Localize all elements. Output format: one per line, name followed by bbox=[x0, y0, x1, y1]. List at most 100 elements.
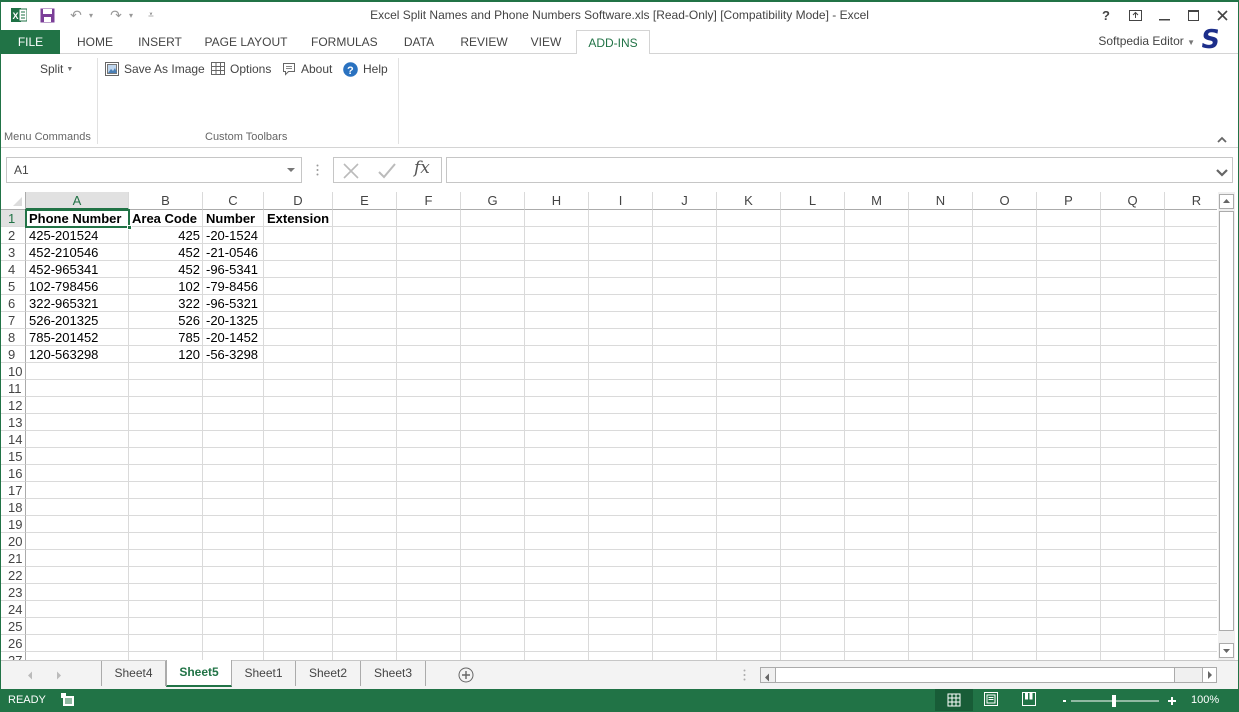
cell-a9[interactable]: 120-563298 bbox=[26, 346, 129, 363]
page-layout-view-icon[interactable] bbox=[984, 692, 1002, 708]
formula-input[interactable] bbox=[446, 157, 1233, 183]
ribbon-display-options-icon[interactable] bbox=[1126, 6, 1144, 24]
sheet-tab-sheet3[interactable]: Sheet3 bbox=[361, 661, 426, 686]
formula-bar-resize-handle[interactable] bbox=[316, 164, 319, 176]
row-header-11[interactable]: 11 bbox=[0, 380, 26, 397]
tab-add-ins[interactable]: ADD-INS bbox=[576, 30, 650, 55]
row-header-16[interactable]: 16 bbox=[0, 465, 26, 482]
column-header-q[interactable]: Q bbox=[1101, 192, 1165, 210]
cell-b9[interactable]: 120 bbox=[129, 346, 203, 363]
cell-b8[interactable]: 785 bbox=[129, 329, 203, 346]
row-header-4[interactable]: 4 bbox=[0, 261, 26, 278]
previous-sheet-icon[interactable] bbox=[27, 669, 33, 683]
help-button[interactable]: ? Help bbox=[343, 60, 388, 78]
column-header-p[interactable]: P bbox=[1037, 192, 1101, 210]
row-header-23[interactable]: 23 bbox=[0, 584, 26, 601]
cell-b1[interactable]: Area Code bbox=[129, 210, 203, 227]
tab-file[interactable]: FILE bbox=[1, 30, 60, 54]
cell-c7[interactable]: -20-1325 bbox=[203, 312, 264, 329]
row-header-10[interactable]: 10 bbox=[0, 363, 26, 380]
collapse-ribbon-icon[interactable] bbox=[1217, 132, 1227, 146]
row-header-13[interactable]: 13 bbox=[0, 414, 26, 431]
worksheet-grid[interactable]: ABCDEFGHIJKLMNOPQR 1 2 3 4 5 6 7 8 9 10 11 12 13 14 15… bbox=[0, 192, 1217, 660]
row-header-26[interactable]: 26 bbox=[0, 635, 26, 652]
row-header-25[interactable]: 25 bbox=[0, 618, 26, 635]
cancel-icon[interactable] bbox=[343, 163, 359, 182]
row-header-8[interactable]: 8 bbox=[0, 329, 26, 346]
column-header-k[interactable]: K bbox=[717, 192, 781, 210]
column-header-d[interactable]: D bbox=[264, 192, 333, 210]
row-header-27[interactable]: 27 bbox=[0, 652, 26, 660]
cell-a3[interactable]: 452-210546 bbox=[26, 244, 129, 261]
row-header-17[interactable]: 17 bbox=[0, 482, 26, 499]
cell-b7[interactable]: 526 bbox=[129, 312, 203, 329]
cell-b4[interactable]: 452 bbox=[129, 261, 203, 278]
cell-a8[interactable]: 785-201452 bbox=[26, 329, 129, 346]
column-header-o[interactable]: O bbox=[973, 192, 1037, 210]
cell-a4[interactable]: 452-965341 bbox=[26, 261, 129, 278]
column-header-r[interactable]: R bbox=[1165, 192, 1217, 210]
cell-a7[interactable]: 526-201325 bbox=[26, 312, 129, 329]
cell-c1[interactable]: Number bbox=[203, 210, 264, 227]
enter-check-icon[interactable] bbox=[378, 163, 396, 182]
expand-formula-bar-icon[interactable] bbox=[1216, 166, 1228, 180]
horizontal-scrollbar[interactable] bbox=[760, 667, 1217, 683]
fill-handle[interactable] bbox=[127, 225, 132, 230]
row-header-19[interactable]: 19 bbox=[0, 516, 26, 533]
sheet-tab-sheet5[interactable]: Sheet5 bbox=[166, 660, 232, 687]
sheet-tab-sheet1[interactable]: Sheet1 bbox=[232, 661, 296, 686]
split-button[interactable]: Split ▼ bbox=[40, 60, 73, 78]
normal-view-icon[interactable] bbox=[935, 689, 973, 712]
column-header-h[interactable]: H bbox=[525, 192, 589, 210]
column-header-b[interactable]: B bbox=[129, 192, 203, 210]
row-header-6[interactable]: 6 bbox=[0, 295, 26, 312]
row-header-1[interactable]: 1 bbox=[0, 210, 26, 227]
column-header-i[interactable]: I bbox=[589, 192, 653, 210]
column-header-c[interactable]: C bbox=[203, 192, 264, 210]
column-header-m[interactable]: M bbox=[845, 192, 909, 210]
cell-c4[interactable]: -96-5341 bbox=[203, 261, 264, 278]
scroll-up-button[interactable] bbox=[1219, 194, 1234, 209]
column-header-e[interactable]: E bbox=[333, 192, 397, 210]
cell-b2[interactable]: 425 bbox=[129, 227, 203, 244]
scroll-down-button[interactable] bbox=[1219, 643, 1234, 658]
zoom-level[interactable]: 100% bbox=[1191, 694, 1219, 706]
scroll-left-button[interactable] bbox=[764, 671, 770, 685]
cell-b6[interactable]: 322 bbox=[129, 295, 203, 312]
cell-c8[interactable]: -20-1452 bbox=[203, 329, 264, 346]
minimize-icon[interactable] bbox=[1155, 6, 1173, 24]
macro-recording-icon[interactable] bbox=[61, 693, 75, 710]
options-button[interactable]: Options bbox=[211, 60, 271, 78]
select-all-button[interactable] bbox=[0, 192, 26, 210]
row-header-18[interactable]: 18 bbox=[0, 499, 26, 516]
row-header-2[interactable]: 2 bbox=[0, 227, 26, 244]
tab-page-layout[interactable]: PAGE LAYOUT bbox=[204, 30, 288, 54]
close-icon[interactable] bbox=[1213, 6, 1231, 24]
row-header-3[interactable]: 3 bbox=[0, 244, 26, 261]
save-as-image-button[interactable]: Save As Image bbox=[105, 60, 205, 78]
new-sheet-icon[interactable] bbox=[458, 667, 474, 686]
insert-function-icon[interactable]: fx bbox=[414, 158, 430, 178]
tab-data[interactable]: DATA bbox=[400, 30, 438, 54]
row-header-12[interactable]: 12 bbox=[0, 397, 26, 414]
vertical-scrollbar[interactable] bbox=[1218, 192, 1235, 660]
cell-a2[interactable]: 425-201524 bbox=[26, 227, 129, 244]
row-header-15[interactable]: 15 bbox=[0, 448, 26, 465]
help-icon[interactable]: ? bbox=[1097, 6, 1115, 24]
row-header-7[interactable]: 7 bbox=[0, 312, 26, 329]
cell-c6[interactable]: -96-5321 bbox=[203, 295, 264, 312]
row-header-20[interactable]: 20 bbox=[0, 533, 26, 550]
name-box[interactable]: A1 bbox=[6, 157, 302, 183]
tab-view[interactable]: VIEW bbox=[530, 30, 562, 54]
sheet-tab-sheet2[interactable]: Sheet2 bbox=[296, 661, 361, 686]
vertical-scroll-thumb[interactable] bbox=[1219, 211, 1234, 631]
row-header-22[interactable]: 22 bbox=[0, 567, 26, 584]
sheet-tab-sheet4[interactable]: Sheet4 bbox=[101, 661, 166, 686]
row-header-21[interactable]: 21 bbox=[0, 550, 26, 567]
scroll-right-button[interactable] bbox=[1202, 668, 1216, 682]
cell-c5[interactable]: -79-8456 bbox=[203, 278, 264, 295]
cell-b3[interactable]: 452 bbox=[129, 244, 203, 261]
maximize-icon[interactable] bbox=[1184, 6, 1202, 24]
chevron-down-icon[interactable] bbox=[287, 168, 295, 172]
next-sheet-icon[interactable] bbox=[56, 669, 62, 683]
